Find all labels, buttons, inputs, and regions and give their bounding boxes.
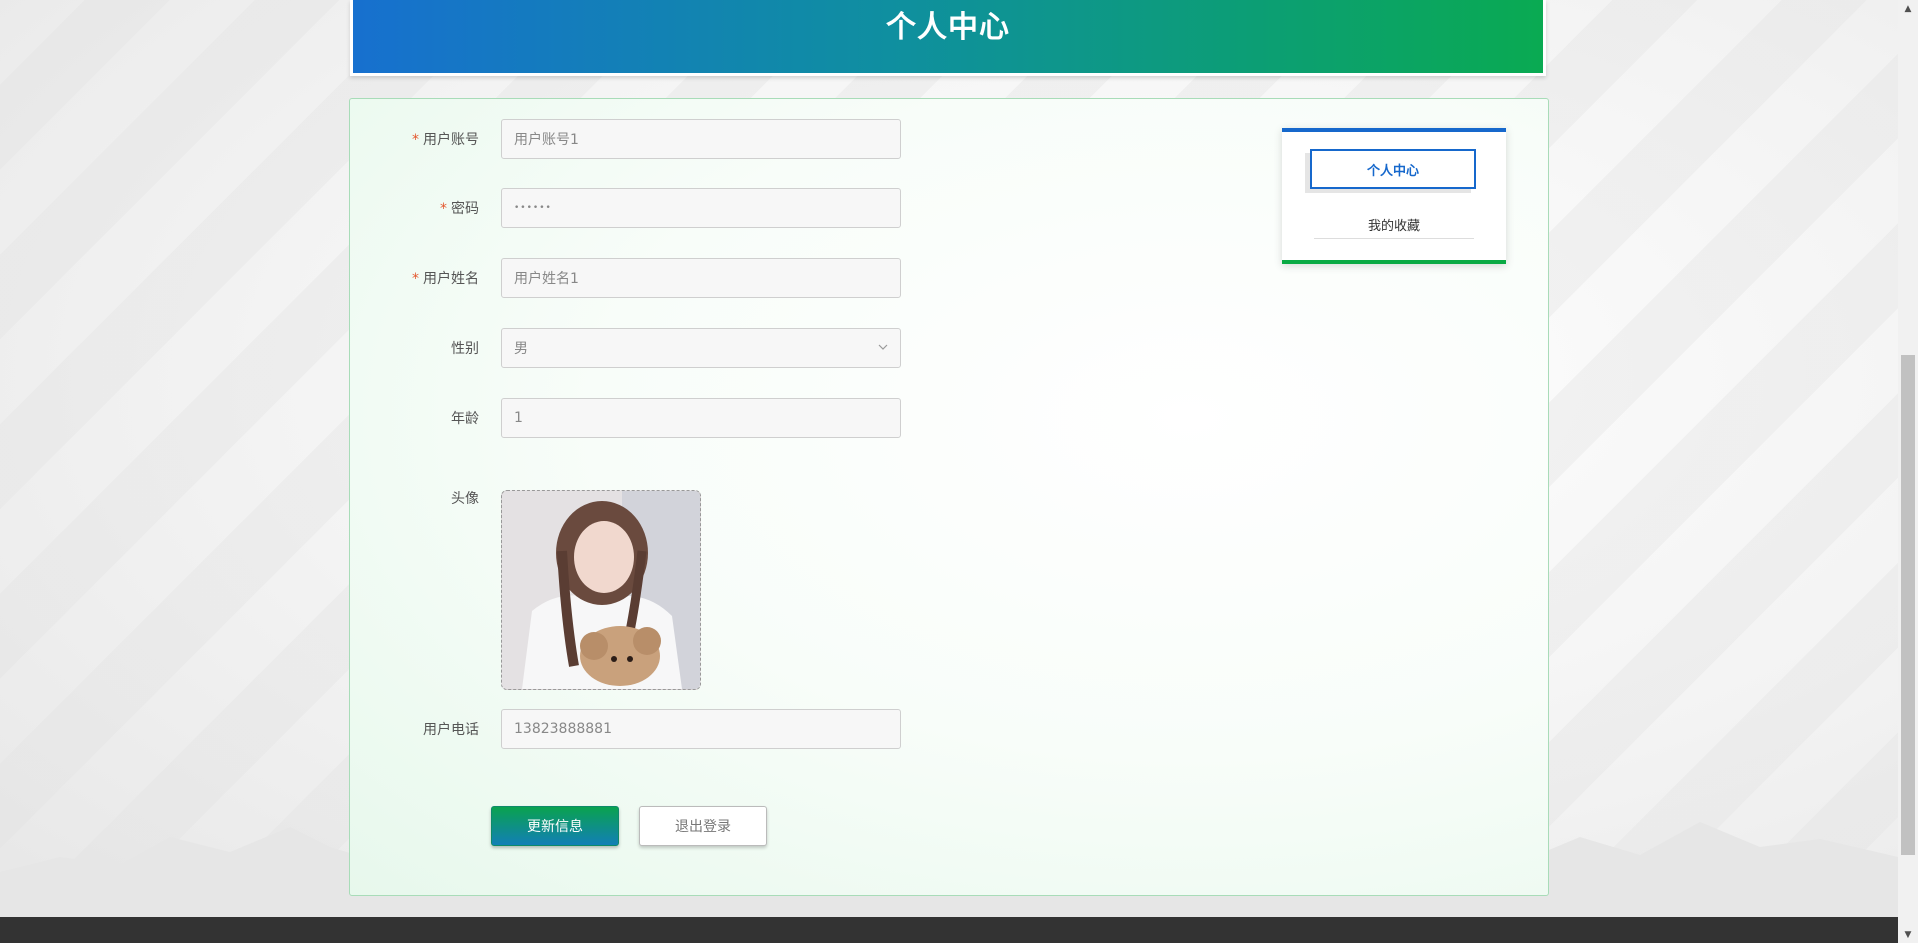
account-label: * 用户账号 [412, 132, 479, 148]
age-input[interactable]: 1 [501, 398, 901, 438]
footer-bar [0, 917, 1898, 943]
scrollbar-thumb[interactable] [1901, 355, 1915, 855]
menu-item-profile-center[interactable]: 个人中心 [1310, 149, 1476, 189]
scroll-down-arrow-icon[interactable]: ▼ [1898, 926, 1918, 943]
age-label: 年龄 [451, 411, 479, 427]
chevron-down-icon [878, 344, 888, 350]
name-label: * 用户姓名 [412, 271, 479, 287]
avatar-upload[interactable] [501, 490, 701, 690]
phone-label: 用户电话 [423, 722, 479, 738]
menu-item-my-favorites[interactable]: 我的收藏 [1314, 210, 1474, 239]
profile-form-card: * 用户账号 用户账号1 * 密码 •••••• * 用户姓名 用户姓名1 性别 男 … [349, 98, 1549, 896]
side-menu: 个人中心 我的收藏 [1282, 128, 1506, 264]
avatar-label: 头像 [451, 491, 479, 507]
page-title: 个人中心 [886, 9, 1010, 45]
scroll-up-arrow-icon[interactable]: ▲ [1898, 0, 1918, 17]
gender-select[interactable]: 男 [501, 328, 901, 368]
update-info-button[interactable]: 更新信息 [491, 806, 619, 846]
avatar-image [502, 491, 700, 689]
logout-button[interactable]: 退出登录 [639, 806, 767, 846]
vertical-scrollbar[interactable]: ▲ ▼ [1898, 0, 1918, 943]
gender-select-value: 男 [514, 341, 528, 357]
phone-input[interactable]: 13823888881 [501, 709, 901, 749]
account-input[interactable]: 用户账号1 [501, 119, 901, 159]
name-input[interactable]: 用户姓名1 [501, 258, 901, 298]
password-label: * 密码 [440, 201, 479, 217]
gender-label: 性别 [451, 341, 479, 357]
page-header-banner: 个人中心 [350, 0, 1546, 76]
password-input[interactable]: •••••• [501, 188, 901, 228]
